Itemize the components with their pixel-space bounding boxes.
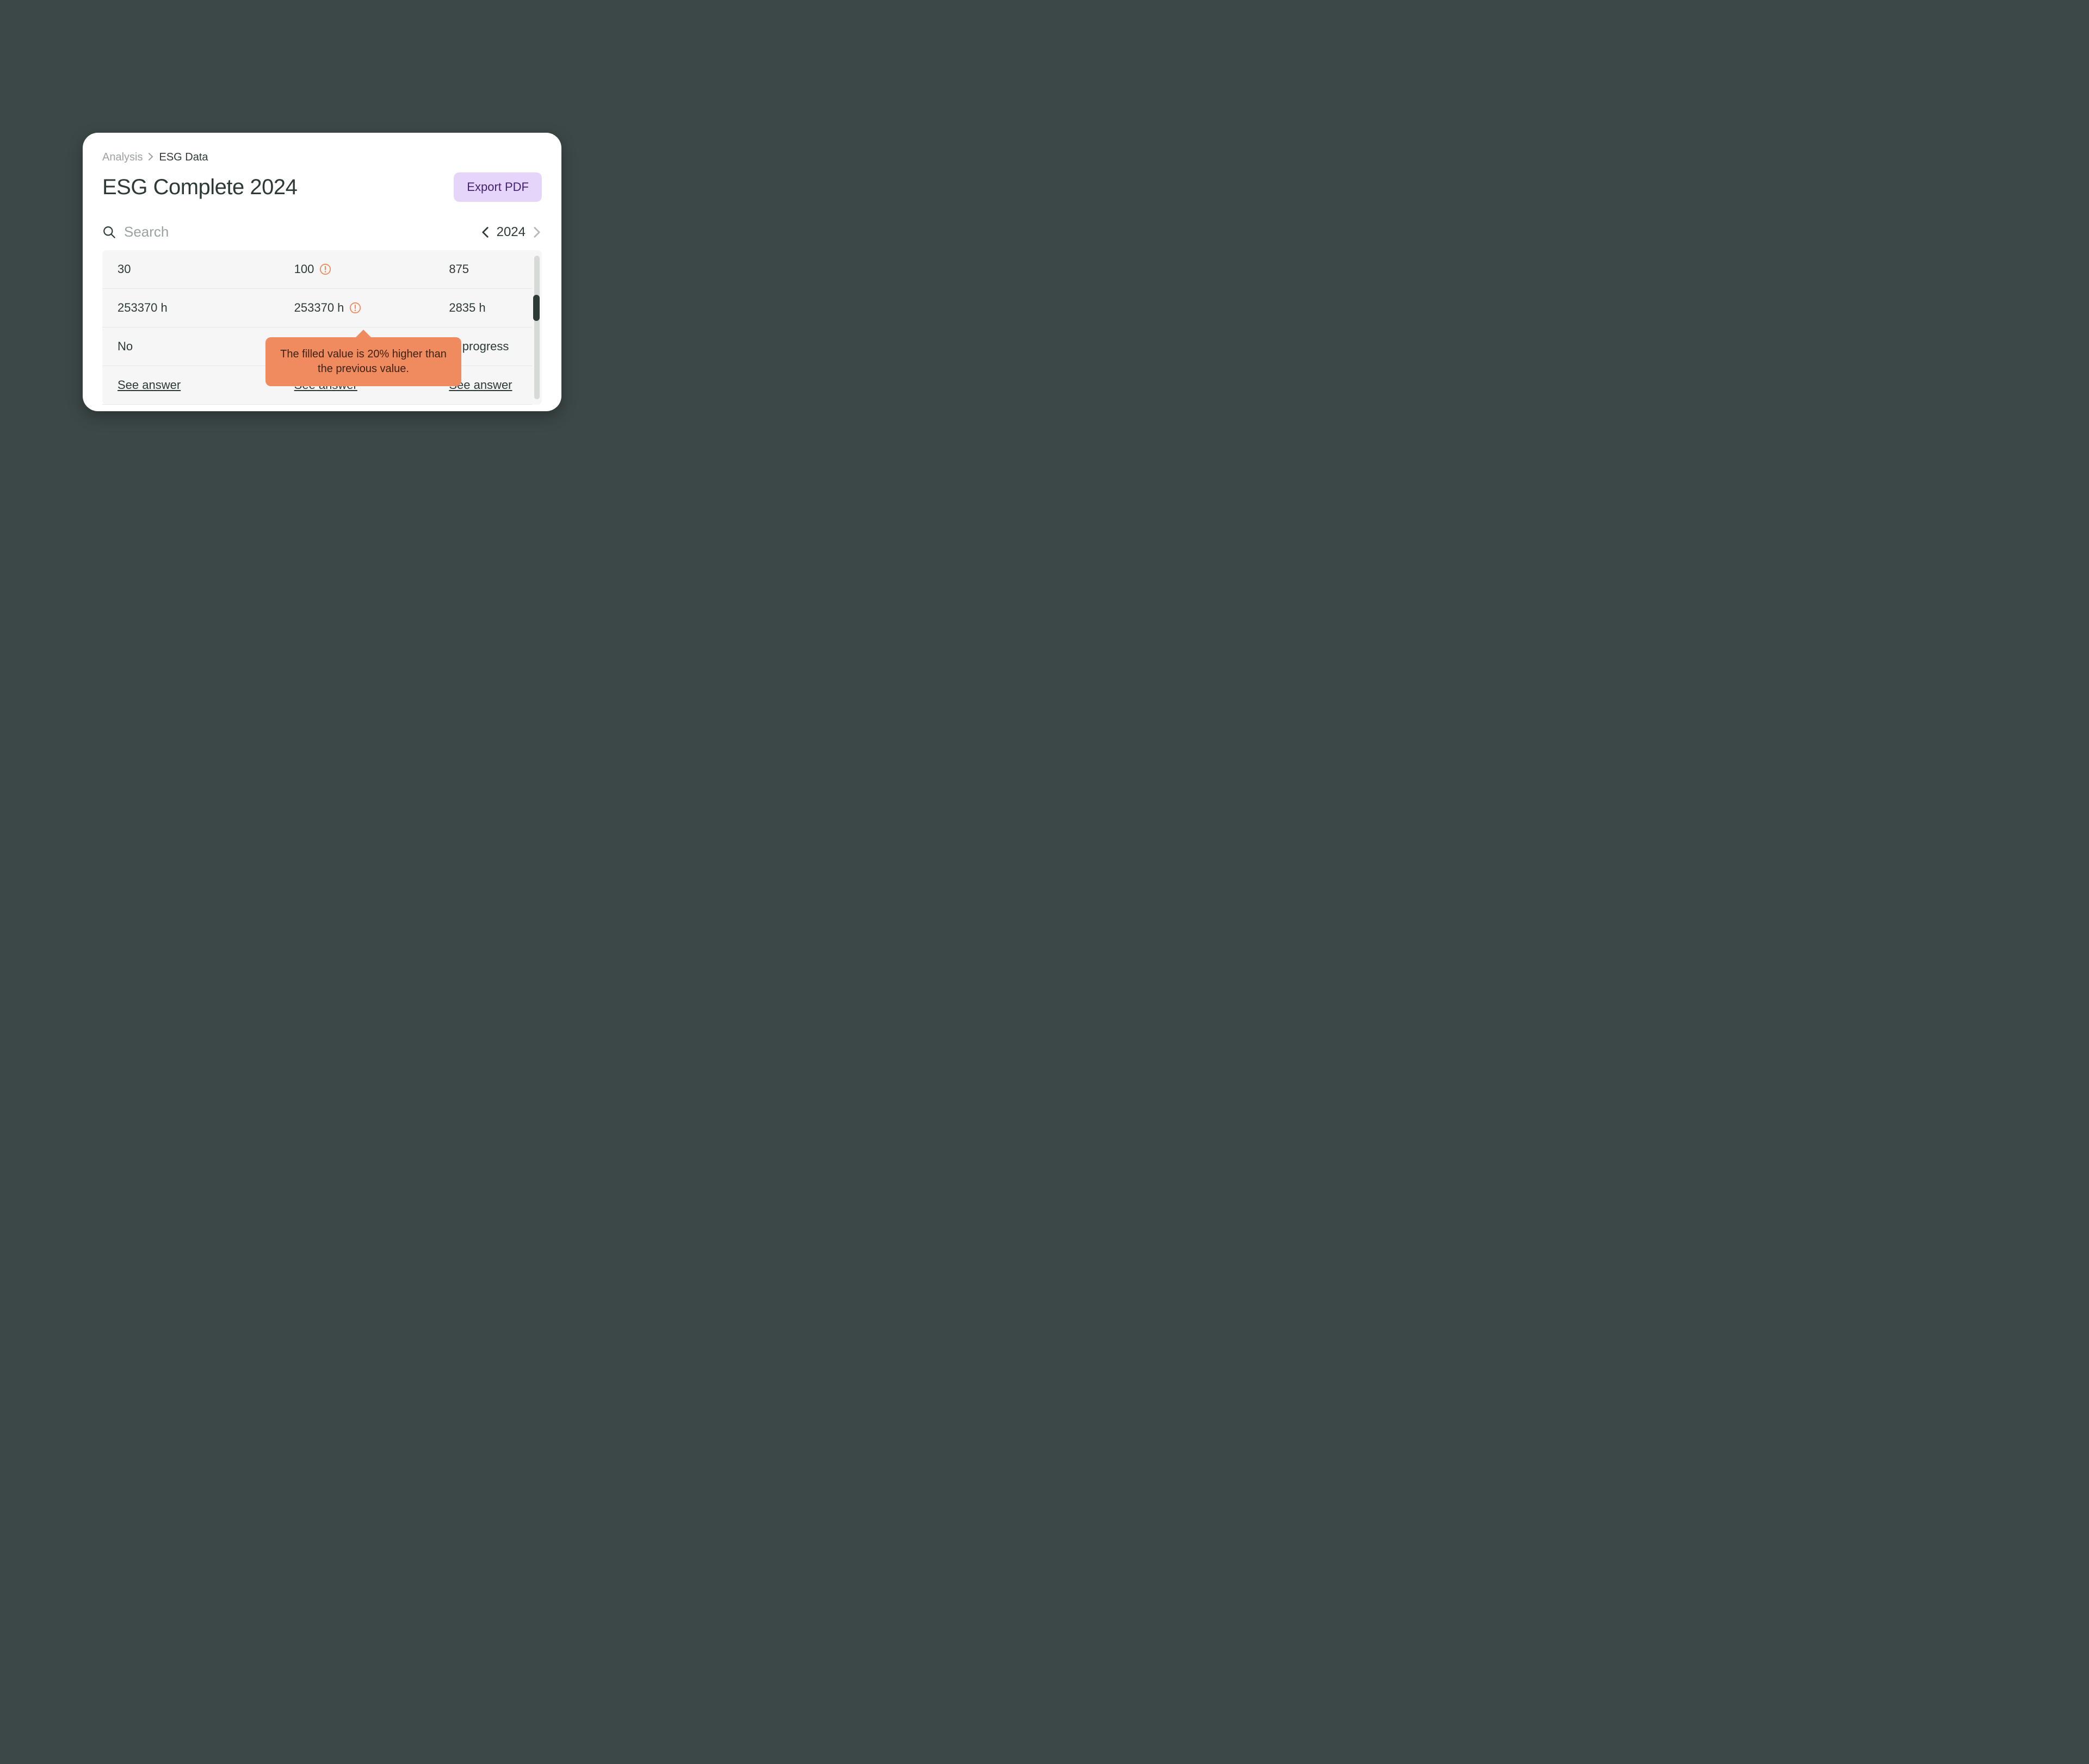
export-pdf-button[interactable]: Export PDF (454, 172, 542, 202)
warning-icon[interactable] (319, 263, 331, 275)
breadcrumb-current: ESG Data (159, 151, 208, 164)
cell-value: 253370 h (251, 301, 384, 315)
breadcrumb: Analysis ESG Data (102, 151, 542, 164)
cell-value: 875 (384, 262, 517, 276)
page-title: ESG Complete 2024 (102, 175, 297, 200)
see-answer-link[interactable]: See answer (118, 378, 181, 392)
year-navigator: 2024 (480, 225, 542, 240)
scrollbar-thumb[interactable] (533, 295, 540, 321)
year-next-button[interactable] (532, 226, 542, 239)
scrollbar-track[interactable] (534, 256, 540, 399)
cell-value: No (118, 339, 251, 354)
search-input[interactable] (124, 224, 265, 240)
data-table: 30 100 875 253370 h 253370 h 2835 h No (102, 250, 542, 405)
search-icon (102, 225, 116, 239)
warning-icon[interactable] (349, 302, 361, 314)
chevron-right-icon (533, 227, 541, 238)
chevron-left-icon (481, 227, 489, 238)
cell-value: 253370 h (118, 301, 251, 315)
cell-value: 2835 h (384, 301, 517, 315)
table-row: 30 100 875 (102, 250, 532, 289)
warning-tooltip: The filled value is 20% higher than the … (265, 337, 461, 386)
year-value: 2024 (497, 225, 526, 240)
chevron-right-icon (148, 151, 153, 164)
search-field[interactable] (102, 224, 265, 240)
table-row: 253370 h 253370 h 2835 h (102, 289, 532, 327)
cell-value: 100 (251, 262, 384, 276)
cell-value: 30 (118, 262, 251, 276)
breadcrumb-parent[interactable]: Analysis (102, 151, 143, 164)
year-prev-button[interactable] (480, 226, 490, 239)
analysis-card: Analysis ESG Data ESG Complete 2024 Expo… (83, 133, 561, 411)
